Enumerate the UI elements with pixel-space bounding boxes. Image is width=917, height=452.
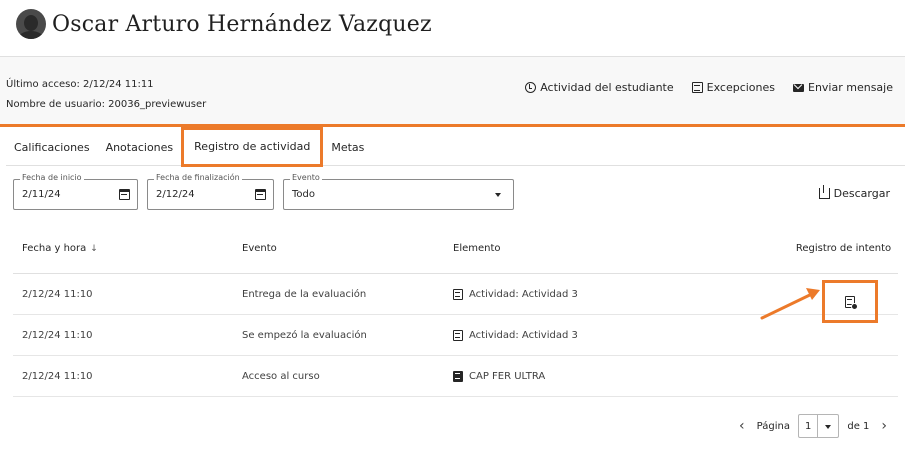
attempt-log-button[interactable] [822, 280, 878, 323]
download-label: Descargar [833, 187, 890, 200]
exceptions-button[interactable]: Excepciones [691, 81, 775, 94]
end-date-value: 2/12/24 [156, 189, 195, 200]
document-icon [691, 82, 703, 93]
download-button[interactable]: Descargar [818, 185, 890, 200]
clock-icon [525, 82, 537, 93]
tab-bar: Calificaciones Anotaciones Registro de a… [6, 126, 905, 167]
chevron-down-icon [495, 193, 501, 197]
student-actions: Actividad del estudiante Excepciones Env… [525, 81, 893, 94]
header-datetime-label: Fecha y hora [22, 243, 87, 254]
page-label: Página [756, 420, 790, 432]
row-datetime: 2/12/24 11:10 [22, 288, 93, 300]
avatar [16, 9, 46, 39]
tab-goals[interactable]: Metas [323, 130, 372, 166]
start-date-label: Fecha de inicio [20, 173, 84, 182]
row-element[interactable]: CAP FER ULTRA [453, 370, 789, 382]
header-element: Elemento [453, 243, 501, 254]
row-element[interactable]: Actividad: Actividad 3 [453, 288, 789, 300]
send-message-label: Enviar mensaje [808, 81, 893, 94]
row-element-label: Actividad: Actividad 3 [469, 288, 578, 300]
row-event: Se empezó la evaluación [242, 329, 367, 341]
prev-page-button[interactable]: ‹ [735, 418, 749, 434]
mail-icon [793, 83, 804, 92]
row-datetime: 2/12/24 11:10 [22, 329, 93, 341]
event-value: Todo [292, 189, 315, 200]
calendar-icon[interactable] [119, 189, 130, 200]
end-date-field[interactable]: Fecha de finalización 2/12/24 [147, 173, 274, 210]
username-value: 20036_previewuser [108, 99, 207, 110]
sort-arrow-icon: ↓ [90, 244, 98, 254]
download-icon [818, 185, 830, 199]
event-select[interactable]: Evento Todo [283, 173, 514, 210]
student-info-bar: Último acceso: 2/12/24 11:11 Nombre de u… [0, 56, 905, 127]
header-datetime[interactable]: Fecha y hora ↓ [13, 243, 242, 254]
username-label: Nombre de usuario: [6, 99, 105, 110]
tab-grades[interactable]: Calificaciones [6, 130, 98, 166]
row-datetime: 2/12/24 11:10 [22, 370, 93, 382]
page-number: 1 [799, 415, 819, 437]
header-attempt: Registro de intento [795, 243, 892, 254]
row-element[interactable]: Actividad: Actividad 3 [453, 329, 789, 341]
row-event: Acceso al curso [242, 370, 320, 382]
calendar-icon[interactable] [255, 189, 266, 200]
send-message-button[interactable]: Enviar mensaje [793, 81, 893, 94]
start-date-field[interactable]: Fecha de inicio 2/11/24 [13, 173, 138, 210]
page-total: de 1 [847, 420, 870, 432]
course-icon [453, 370, 463, 382]
attempt-log-icon [845, 295, 858, 310]
activity-icon [453, 329, 463, 341]
event-label: Evento [290, 173, 322, 182]
row-event: Entrega de la evaluación [242, 288, 367, 300]
activity-icon [453, 288, 463, 300]
page-select[interactable]: 1 [797, 414, 840, 438]
student-activity-button[interactable]: Actividad del estudiante [525, 81, 674, 94]
row-element-label: Actividad: Actividad 3 [469, 329, 578, 341]
row-element-label: CAP FER ULTRA [469, 370, 546, 382]
student-activity-label: Actividad del estudiante [540, 81, 674, 94]
last-access-label: Último acceso: [6, 79, 80, 90]
pagination: ‹ Página 1 de 1 › [735, 414, 891, 438]
start-date-value: 2/11/24 [22, 189, 61, 200]
tab-activity-log[interactable]: Registro de actividad [181, 126, 324, 167]
exceptions-label: Excepciones [706, 81, 775, 94]
last-access-value: 2/12/24 11:11 [83, 79, 154, 90]
student-name: Oscar Arturo Hernández Vazquez [52, 11, 432, 37]
next-page-button[interactable]: › [877, 418, 891, 434]
chevron-down-icon [818, 415, 838, 437]
tab-annotations[interactable]: Anotaciones [98, 130, 182, 166]
table-header: Fecha y hora ↓ Evento Elemento Registro d… [13, 224, 898, 274]
header-event: Evento [242, 243, 277, 254]
page-header: Oscar Arturo Hernández Vazquez [16, 6, 432, 42]
highlight-arrow [760, 288, 820, 320]
student-info: Último acceso: 2/12/24 11:11 Nombre de u… [6, 75, 206, 115]
end-date-label: Fecha de finalización [154, 173, 242, 182]
table-row: 2/12/24 11:10 Acceso al curso CAP FER UL… [13, 356, 898, 397]
